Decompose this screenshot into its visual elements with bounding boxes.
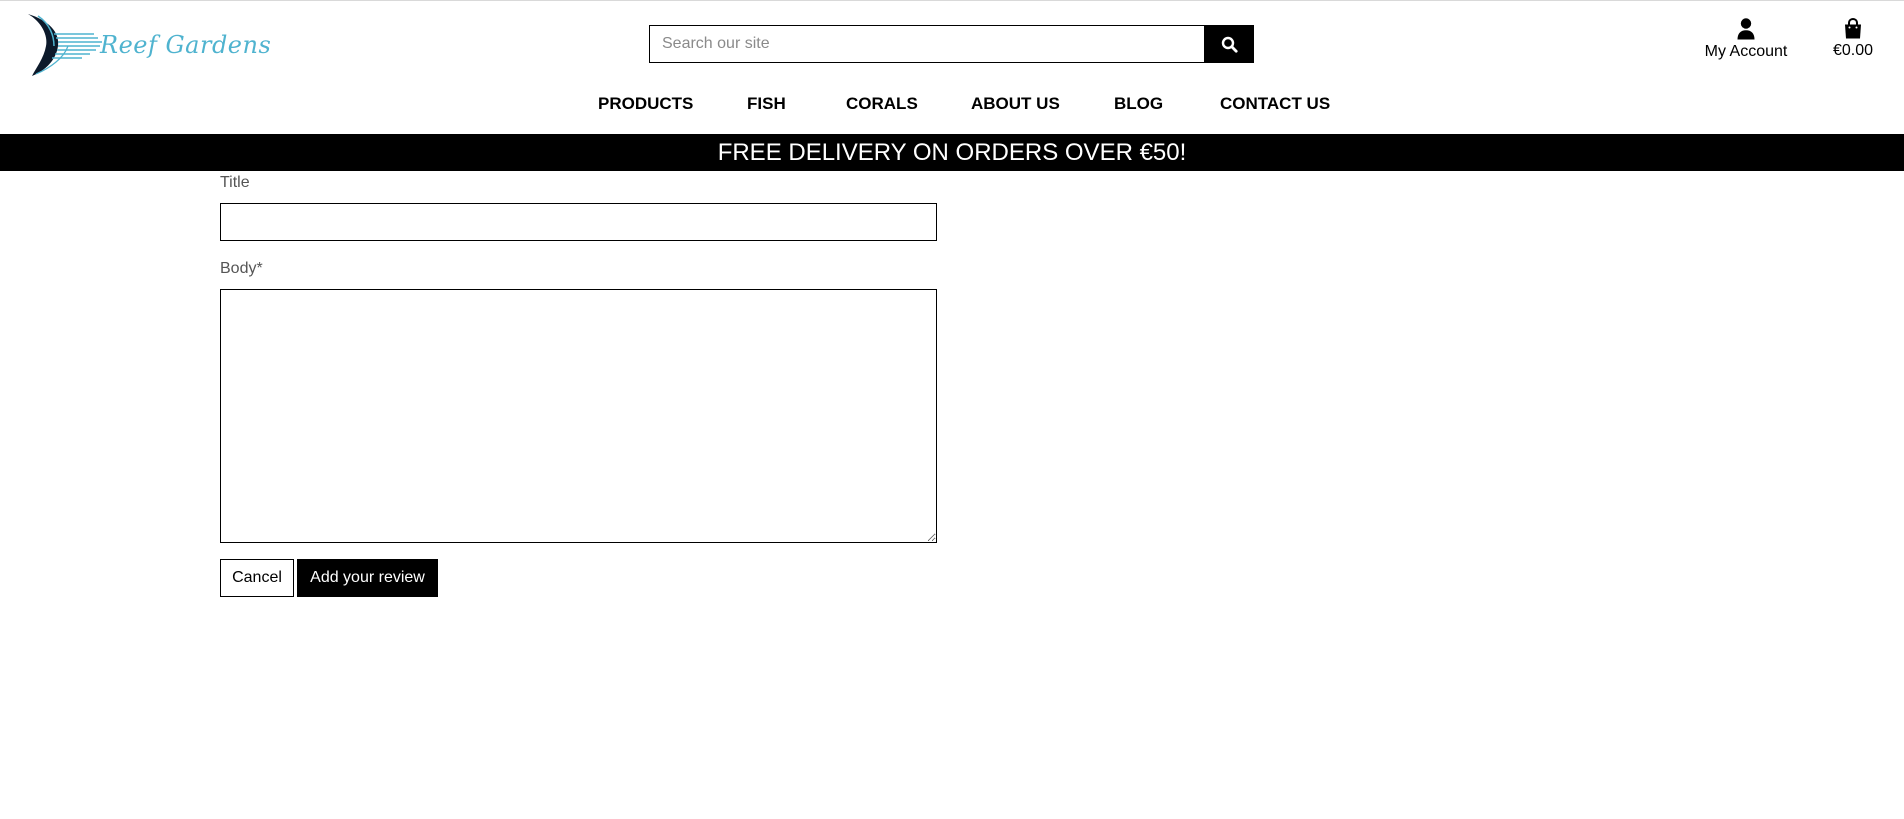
- nav-item-about-us[interactable]: ABOUT US: [971, 94, 1060, 114]
- search-icon: [1221, 36, 1238, 53]
- nav-item-corals[interactable]: CORALS: [846, 94, 918, 114]
- shopping-bag-link[interactable]: €0.00: [1822, 18, 1884, 70]
- body-label: Body*: [220, 260, 263, 277]
- site-logo-link[interactable]: Reef Gardens: [24, 12, 271, 78]
- title-input[interactable]: [220, 203, 937, 241]
- nav-item-products[interactable]: PRODUCTS: [598, 94, 693, 114]
- site-search: [649, 25, 1254, 63]
- basket-total: €0.00: [1832, 42, 1874, 59]
- my-account-link[interactable]: My Account: [1694, 18, 1798, 70]
- body-textarea[interactable]: [220, 289, 937, 543]
- logo-text: Reef Gardens: [100, 31, 272, 59]
- nav-item-blog[interactable]: BLOG: [1114, 94, 1163, 114]
- search-button[interactable]: [1204, 25, 1254, 63]
- nav-item-contact-us[interactable]: CONTACT US: [1220, 94, 1330, 114]
- cancel-button[interactable]: Cancel: [220, 559, 294, 597]
- user-icon: [1737, 18, 1755, 40]
- add-review-button[interactable]: Add your review: [297, 559, 438, 597]
- my-account-label: My Account: [1704, 43, 1788, 60]
- site-header: Reef Gardens My Account €0.00 PRODUCTS F…: [0, 0, 1904, 134]
- fish-fin-logo-icon: [28, 14, 102, 76]
- banner-text: FREE DELIVERY ON ORDERS OVER €50!: [717, 138, 1187, 166]
- search-input[interactable]: [649, 25, 1204, 63]
- free-delivery-banner: FREE DELIVERY ON ORDERS OVER €50!: [0, 134, 1904, 171]
- nav-item-fish[interactable]: FISH: [747, 94, 786, 114]
- shopping-bag-icon: [1845, 18, 1861, 39]
- main-nav: PRODUCTS FISH CORALS ABOUT US BLOG CONTA…: [0, 94, 1904, 118]
- title-label: Title: [220, 174, 250, 191]
